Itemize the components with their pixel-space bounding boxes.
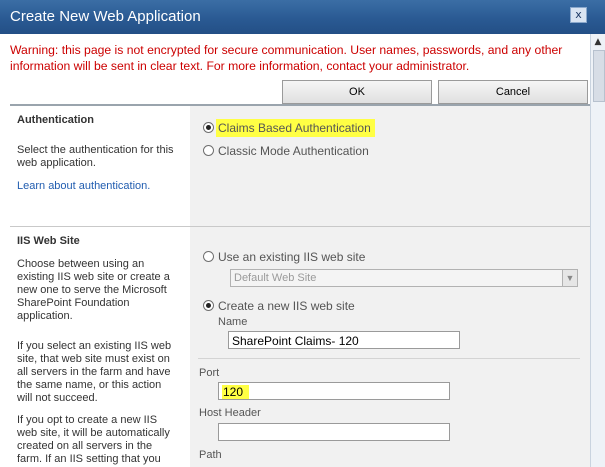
host-header-input[interactable] <box>218 423 450 441</box>
port-input[interactable]: 120 <box>218 382 450 400</box>
scroll-up-icon[interactable]: ▲ <box>593 37 603 47</box>
security-warning: Warning: this page is not encrypted for … <box>10 43 563 73</box>
create-new-site-label[interactable]: Create a new IIS web site <box>218 299 355 313</box>
iis-title: IIS Web Site <box>17 235 80 247</box>
cancel-button[interactable]: Cancel <box>438 80 588 104</box>
use-existing-site-radio[interactable] <box>203 251 214 262</box>
path-label: Path <box>199 449 222 461</box>
authentication-description: Select the authentication for this web a… <box>17 144 174 169</box>
existing-site-value: Default Web Site <box>234 272 317 284</box>
vertical-scrollbar[interactable]: ▲ <box>590 34 605 467</box>
existing-site-select[interactable]: Default Web Site ▼ <box>230 269 578 287</box>
window-title: Create New Web Application <box>10 8 201 25</box>
close-icon[interactable]: x <box>570 7 587 23</box>
ok-button[interactable]: OK <box>282 80 432 104</box>
learn-about-authentication-link[interactable]: Learn about authentication. <box>17 180 150 192</box>
use-existing-site-label[interactable]: Use an existing IIS web site <box>218 250 365 264</box>
authentication-title: Authentication <box>17 114 94 126</box>
chevron-down-icon[interactable]: ▼ <box>562 270 577 286</box>
iis-options-panel: Use an existing IIS web site Default Web… <box>190 227 590 467</box>
classic-auth-label[interactable]: Classic Mode Authentication <box>218 144 369 158</box>
dialog-body: Warning: this page is not encrypted for … <box>0 34 590 467</box>
name-label: Name <box>218 316 248 328</box>
inner-separator <box>198 358 580 359</box>
create-new-site-radio[interactable] <box>203 300 214 311</box>
authentication-options-panel: Claims Based Authentication Classic Mode… <box>190 106 590 226</box>
iis-description-panel: IIS Web Site Choose between using an exi… <box>10 227 190 467</box>
iis-description-2: If you select an existing IIS web site, … <box>17 340 172 404</box>
claims-auth-label[interactable]: Claims Based Authentication <box>216 119 375 137</box>
button-bar: OK Cancel <box>10 80 590 104</box>
claims-auth-radio[interactable] <box>203 122 214 133</box>
iis-description-1: Choose between using an existing IIS web… <box>17 258 170 322</box>
classic-auth-radio[interactable] <box>203 145 214 156</box>
host-header-label: Host Header <box>199 407 261 419</box>
authentication-description-panel: Authentication Select the authentication… <box>10 106 190 226</box>
site-name-input[interactable]: SharePoint Claims- 120 <box>228 331 460 349</box>
title-bar: Create New Web Application x <box>0 0 605 34</box>
scrollbar-thumb[interactable] <box>593 50 605 102</box>
iis-description-3: If you opt to create a new IIS web site,… <box>17 414 170 465</box>
authentication-section: Authentication Select the authentication… <box>10 106 590 226</box>
port-label: Port <box>199 367 220 379</box>
iis-section: IIS Web Site Choose between using an exi… <box>10 227 590 467</box>
port-value: 120 <box>222 385 250 399</box>
